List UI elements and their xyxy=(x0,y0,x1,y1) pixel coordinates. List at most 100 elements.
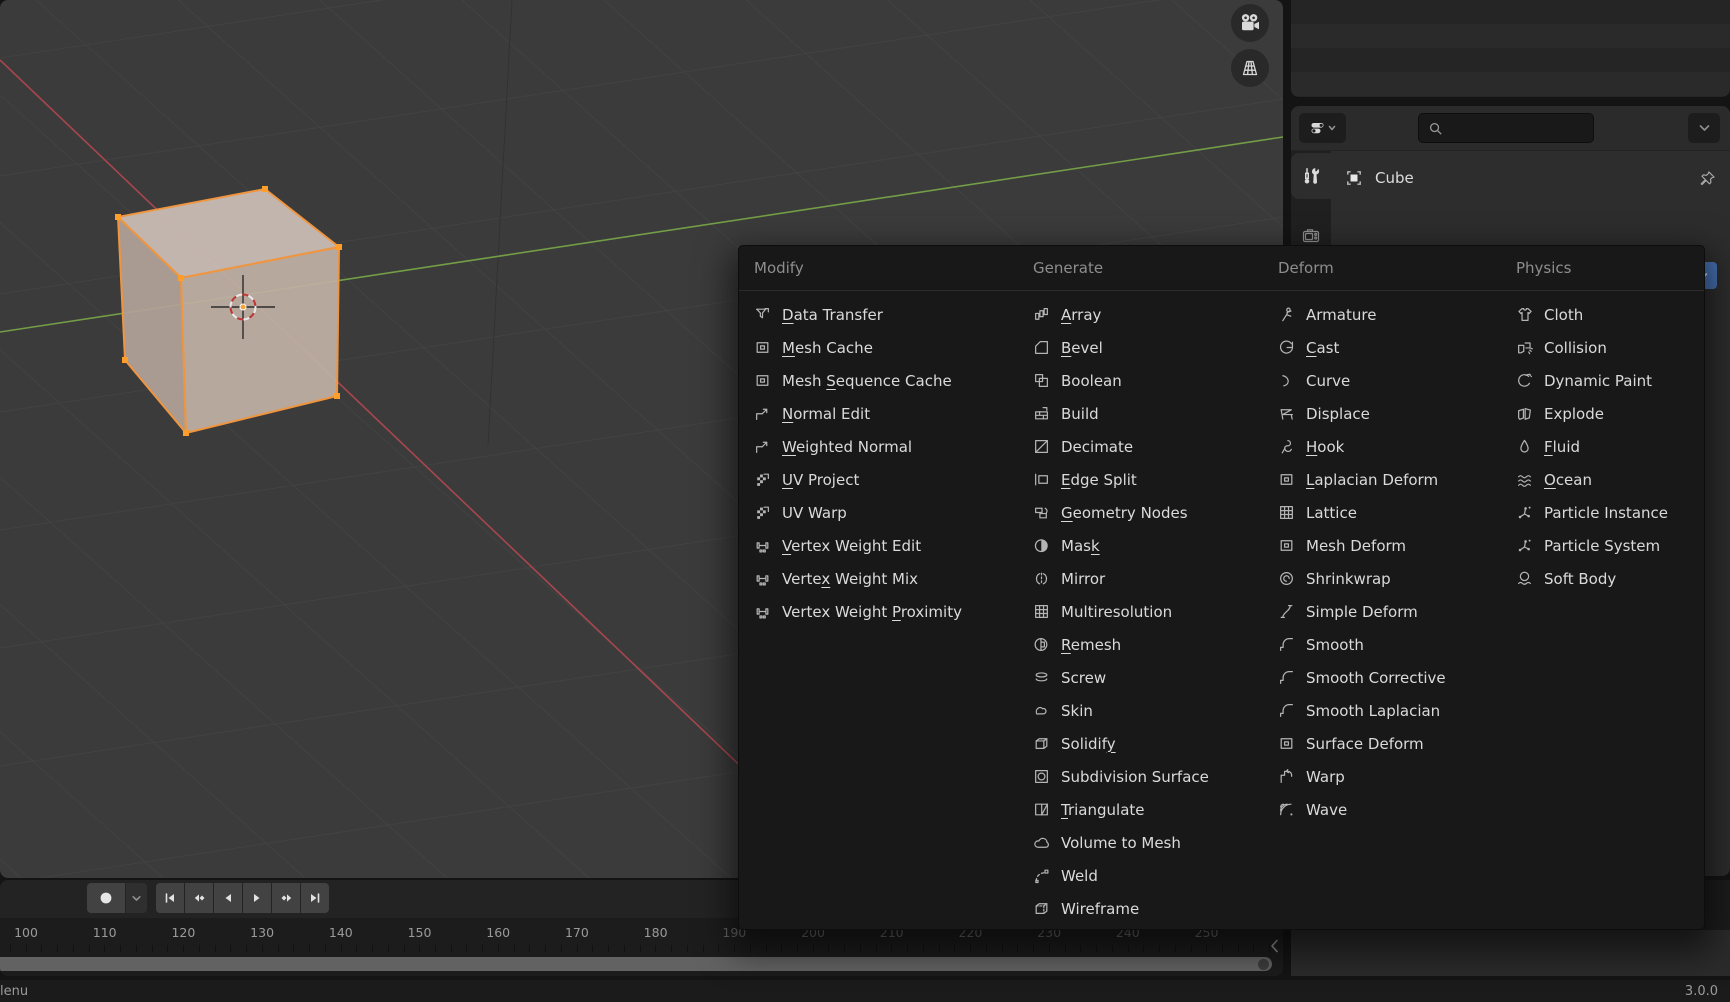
ruler-tick xyxy=(198,945,200,952)
menu-item-hook[interactable]: Hook xyxy=(1278,430,1504,463)
menu-item-curve[interactable]: Curve xyxy=(1278,364,1504,397)
menu-item-particle-instance[interactable]: Particle Instance xyxy=(1516,496,1694,529)
outliner-panel[interactable] xyxy=(1291,0,1730,97)
ruler-tick xyxy=(938,945,940,952)
menu-item-build[interactable]: Build xyxy=(1033,397,1265,430)
editor-type-button[interactable] xyxy=(1299,113,1346,143)
region-collapse-chevron[interactable] xyxy=(1266,938,1282,954)
ruler-tick xyxy=(907,945,909,952)
ruler-tick xyxy=(875,945,877,952)
ruler-frame-100: 100 xyxy=(14,925,38,940)
horizontal-scrollbar[interactable] xyxy=(0,957,1272,971)
menu-item-surface-deform[interactable]: Surface Deform xyxy=(1278,727,1504,760)
menu-item-mesh-sequence-cache[interactable]: Mesh Sequence Cache xyxy=(754,364,1016,397)
auto-keying-button[interactable] xyxy=(87,883,125,913)
menu-item-edge-split[interactable]: Edge Split xyxy=(1033,463,1265,496)
menu-item-volume-to-mesh[interactable]: Volume to Mesh xyxy=(1033,826,1265,859)
ruler-tick xyxy=(372,945,374,952)
menu-item-multiresolution[interactable]: Multiresolution xyxy=(1033,595,1265,628)
menu-item-weld[interactable]: Weld xyxy=(1033,859,1265,892)
outliner-row xyxy=(1291,24,1730,48)
ruler-tick xyxy=(812,945,814,952)
menu-item-laplacian-deform[interactable]: Laplacian Deform xyxy=(1278,463,1504,496)
menu-item-smooth-laplacian[interactable]: Smooth Laplacian xyxy=(1278,694,1504,727)
menu-item-wave[interactable]: Wave xyxy=(1278,793,1504,826)
hook-icon xyxy=(1278,438,1295,455)
menu-item-simple-deform[interactable]: Simple Deform xyxy=(1278,595,1504,628)
menu-item-vertex-weight-edit[interactable]: Vertex Weight Edit xyxy=(754,529,1016,562)
menu-item-collision[interactable]: Collision xyxy=(1516,331,1694,364)
object-icon xyxy=(1347,171,1361,185)
menu-item-skin[interactable]: Skin xyxy=(1033,694,1265,727)
vertex-weight-edit-icon xyxy=(754,537,771,554)
menu-item-wireframe[interactable]: Wireframe xyxy=(1033,892,1265,925)
ruler-tick xyxy=(513,945,515,952)
ruler-tick xyxy=(671,945,673,952)
particle-instance-icon xyxy=(1516,504,1533,521)
menu-item-particle-system[interactable]: Particle System xyxy=(1516,529,1694,562)
menu-item-mirror[interactable]: Mirror xyxy=(1033,562,1265,595)
menu-item-label: Subdivision Surface xyxy=(1061,767,1209,786)
menu-item-geometry-nodes[interactable]: Geometry Nodes xyxy=(1033,496,1265,529)
menu-item-warp[interactable]: Warp xyxy=(1278,760,1504,793)
jump-to-end-button[interactable] xyxy=(301,883,329,913)
menu-item-mesh-cache[interactable]: Mesh Cache xyxy=(754,331,1016,364)
menu-item-array[interactable]: Array xyxy=(1033,298,1265,331)
menu-item-cloth[interactable]: Cloth xyxy=(1516,298,1694,331)
ruler-tick xyxy=(844,945,846,952)
next-keyframe-button[interactable] xyxy=(272,883,300,913)
menu-item-screw[interactable]: Screw xyxy=(1033,661,1265,694)
menu-item-vertex-weight-mix[interactable]: Vertex Weight Mix xyxy=(754,562,1016,595)
previous-keyframe-button[interactable] xyxy=(185,883,213,913)
ruler-tick xyxy=(781,945,783,952)
menu-item-vertex-weight-proximity[interactable]: Vertex Weight Proximity xyxy=(754,595,1016,628)
menu-item-subdivision-surface[interactable]: Subdivision Surface xyxy=(1033,760,1265,793)
play-button[interactable] xyxy=(243,883,271,913)
jump-to-start-button[interactable] xyxy=(156,883,184,913)
menu-item-soft-body[interactable]: Soft Body xyxy=(1516,562,1694,595)
orthographic-toggle-button[interactable] xyxy=(1231,49,1269,87)
menu-item-fluid[interactable]: Fluid xyxy=(1516,430,1694,463)
menu-item-armature[interactable]: Armature xyxy=(1278,298,1504,331)
menu-item-normal-edit[interactable]: Normal Edit xyxy=(754,397,1016,430)
menu-item-triangulate[interactable]: Triangulate xyxy=(1033,793,1265,826)
data-transfer-icon xyxy=(754,306,771,323)
menu-item-data-transfer[interactable]: Data Transfer xyxy=(754,298,1016,331)
ruler-tick xyxy=(1174,945,1176,952)
camera-view-button[interactable] xyxy=(1231,4,1269,42)
menu-item-remesh[interactable]: Remesh xyxy=(1033,628,1265,661)
menu-item-label: Wave xyxy=(1306,800,1348,819)
menu-item-mask[interactable]: Mask xyxy=(1033,529,1265,562)
properties-search-input[interactable] xyxy=(1418,113,1594,143)
keying-options-button[interactable] xyxy=(126,883,147,913)
ruler-tick xyxy=(151,945,153,952)
menu-item-solidify[interactable]: Solidify xyxy=(1033,727,1265,760)
menu-item-smooth-corrective[interactable]: Smooth Corrective xyxy=(1278,661,1504,694)
menu-item-uv-project[interactable]: UV Project xyxy=(754,463,1016,496)
menu-item-explode[interactable]: Explode xyxy=(1516,397,1694,430)
menu-item-decimate[interactable]: Decimate xyxy=(1033,430,1265,463)
play-reverse-button[interactable] xyxy=(214,883,242,913)
menu-item-mesh-deform[interactable]: Mesh Deform xyxy=(1278,529,1504,562)
ruler-tick xyxy=(120,945,122,952)
menu-item-displace[interactable]: Displace xyxy=(1278,397,1504,430)
properties-options-button[interactable] xyxy=(1688,113,1720,143)
menu-item-ocean[interactable]: Ocean xyxy=(1516,463,1694,496)
menu-item-lattice[interactable]: Lattice xyxy=(1278,496,1504,529)
menu-item-dynamic-paint[interactable]: Dynamic Paint xyxy=(1516,364,1694,397)
scrollbar-zoom-handle[interactable] xyxy=(1258,958,1269,970)
menu-item-cast[interactable]: Cast xyxy=(1278,331,1504,364)
ruler-tick xyxy=(560,945,562,952)
ruler-tick xyxy=(828,945,830,952)
menu-item-shrinkwrap[interactable]: Shrinkwrap xyxy=(1278,562,1504,595)
tab-tool[interactable] xyxy=(1291,153,1331,199)
menu-item-bevel[interactable]: Bevel xyxy=(1033,331,1265,364)
pin-icon[interactable] xyxy=(1699,170,1716,187)
menu-item-boolean[interactable]: Boolean xyxy=(1033,364,1265,397)
menu-item-uv-warp[interactable]: UV Warp xyxy=(754,496,1016,529)
ruler-tick xyxy=(10,945,11,952)
menu-item-smooth[interactable]: Smooth xyxy=(1278,628,1504,661)
ruler-tick xyxy=(1190,945,1192,952)
ruler-tick xyxy=(1253,945,1255,952)
menu-item-weighted-normal[interactable]: Weighted Normal xyxy=(754,430,1016,463)
